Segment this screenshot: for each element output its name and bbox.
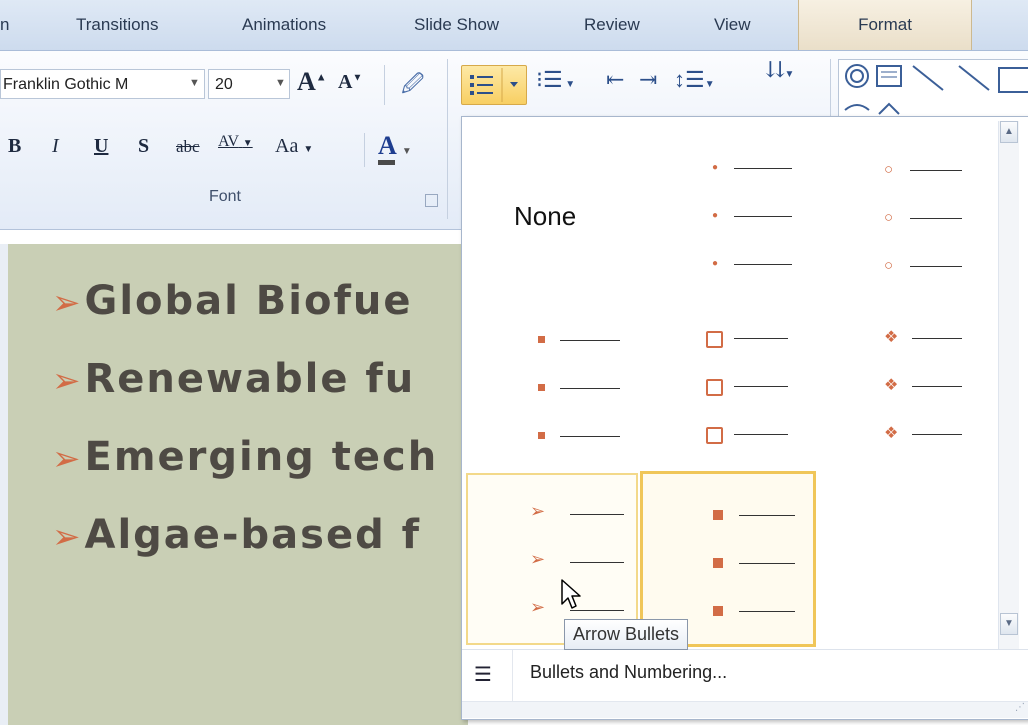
tab-animations[interactable]: Animations [242, 0, 326, 50]
bullet-option-hollow-square[interactable] [640, 297, 810, 467]
hollow-square-icon [706, 379, 723, 396]
bullets-gallery-dropdown: None ● ● ● ○ ○ ○ ❖ ❖ ❖ ➢ ➢ ➢ ▲ ▼ ☰ Bulle… [461, 116, 1028, 720]
underline-button[interactable]: U [94, 135, 108, 158]
clear-formatting-icon[interactable]: 🖉 [401, 67, 424, 105]
text-shadow-button[interactable]: S [138, 135, 149, 158]
line-spacing-button[interactable]: ↕☰▼ [674, 67, 715, 93]
hollow-square-icon [706, 427, 723, 444]
change-case-button[interactable]: Aa ▼ [275, 135, 313, 158]
hollow-circle-icon: ○ [884, 257, 894, 274]
change-case-label: Aa [275, 135, 299, 157]
four-diamond-star-icon: ❖ [884, 377, 899, 394]
slide-bullet-text: Global Biofue [84, 278, 413, 324]
bullet-list-icon [470, 68, 518, 102]
filled-square-icon [538, 384, 545, 391]
decrease-indent-icon[interactable]: ⇤ [606, 67, 624, 93]
resize-grip[interactable]: ⋰ [462, 701, 1028, 718]
slide-bullet-3[interactable]: ➢Emerging tech [52, 434, 438, 480]
arrow-bullet-icon: ➢ [52, 517, 83, 557]
font-name-value: Franklin Gothic M [3, 76, 129, 93]
tab-review[interactable]: Review [584, 0, 640, 50]
numbering-button[interactable]: ⁝☰ ▼ [536, 67, 575, 93]
bullet-option-hollow-circle[interactable]: ○ ○ ○ [812, 125, 992, 295]
none-label: None [514, 201, 577, 231]
small-dot-icon: ● [712, 210, 719, 221]
bullets-and-numbering-label: Bullets and Numbering... [530, 662, 728, 682]
filled-square-icon [713, 606, 723, 616]
scroll-up-icon[interactable]: ▲ [1000, 121, 1018, 143]
character-spacing-label: AV [218, 133, 239, 150]
italic-button[interactable]: I [52, 135, 59, 158]
bullet-option-small-dot[interactable]: ● ● ● [640, 125, 810, 295]
filled-square-icon [713, 510, 723, 520]
slide-pane-edge [0, 244, 8, 725]
arrow-bullet-icon: ➢ [530, 597, 546, 617]
bullet-list-icon: ☰ [474, 664, 492, 686]
chevron-down-icon: ▼ [303, 144, 314, 155]
font-color-label: A [378, 131, 396, 165]
slide-bullet-1[interactable]: ➢Global Biofue [52, 278, 412, 324]
bullets-and-numbering-menu-item[interactable]: ☰ Bullets and Numbering... [462, 649, 1028, 702]
arrow-bullet-icon: ➢ [52, 283, 83, 323]
slide-bullet-2[interactable]: ➢Renewable fu [52, 356, 415, 402]
font-color-button[interactable]: A ▼ [378, 131, 412, 165]
hollow-circle-icon: ○ [884, 209, 894, 226]
ribbon-separator [384, 65, 385, 105]
tab-format[interactable]: Format [798, 0, 972, 50]
mouse-pointer-icon [561, 579, 581, 609]
tab-transitions[interactable]: Transitions [76, 0, 159, 50]
small-dot-icon: ● [712, 162, 719, 173]
strikethrough-button[interactable]: abc [176, 137, 200, 157]
chevron-down-icon: ▼ [401, 146, 412, 157]
character-spacing-button[interactable]: AV ▼ [218, 133, 253, 151]
ribbon-tab-strip: n Transitions Animations Slide Show Revi… [0, 0, 1028, 51]
small-dot-icon: ● [712, 258, 719, 269]
arrow-bullet-icon: ➢ [530, 501, 546, 521]
grow-font-label: A [297, 67, 316, 96]
tooltip: Arrow Bullets [564, 619, 689, 650]
scroll-down-icon[interactable]: ▼ [1000, 613, 1018, 635]
resize-grip-icon[interactable]: ⋰ [1015, 702, 1025, 713]
font-size-value: 20 [215, 76, 233, 93]
slide-bullet-text: Algae-based f [84, 512, 422, 558]
arrow-bullet-icon: ➢ [52, 361, 83, 401]
font-size-dropdown-icon[interactable]: ▼ [275, 77, 286, 89]
arrow-bullet-icon: ➢ [530, 549, 546, 569]
slide-canvas[interactable]: ➢Global Biofue ➢Renewable fu ➢Emerging t… [8, 244, 468, 725]
hollow-square-icon [706, 331, 723, 348]
tab-design-partial[interactable]: n [0, 0, 9, 50]
font-group-label: Font [208, 188, 241, 205]
shapes-gallery[interactable] [838, 59, 1028, 121]
bullets-button[interactable] [461, 65, 527, 105]
bullet-option-star[interactable]: ❖ ❖ ❖ [812, 297, 992, 467]
bullet-option-filled-square[interactable] [468, 297, 638, 467]
font-name-combobox[interactable]: Franklin Gothic M [0, 69, 205, 99]
shapes-icons [844, 64, 1028, 115]
arrow-bullet-icon: ➢ [52, 439, 83, 479]
four-diamond-star-icon: ❖ [884, 329, 899, 346]
filled-square-icon [538, 432, 545, 439]
grow-font-button[interactable]: A▲ [297, 67, 327, 97]
bold-button[interactable]: B [8, 135, 21, 158]
increase-indent-icon[interactable]: ⇥ [639, 67, 657, 93]
filled-square-icon [713, 558, 723, 568]
font-name-dropdown-icon[interactable]: ▼ [189, 77, 200, 89]
text-direction-icon[interactable]: ⇊▼ [766, 57, 794, 83]
font-dialog-launcher-icon[interactable] [425, 194, 438, 207]
gallery-scrollbar[interactable]: ▲ ▼ [998, 121, 1019, 649]
four-diamond-star-icon: ❖ [884, 425, 899, 442]
slide-bullet-text: Renewable fu [84, 356, 416, 402]
slide-bullet-4[interactable]: ➢Algae-based f [52, 512, 421, 558]
slide-bullet-text: Emerging tech [84, 434, 439, 480]
shrink-font-button[interactable]: A▼ [338, 71, 362, 94]
footer-separator [512, 650, 513, 702]
chevron-down-icon: ▼ [242, 138, 253, 149]
hollow-circle-icon: ○ [884, 161, 894, 178]
tab-view[interactable]: View [714, 0, 751, 50]
filled-square-icon [538, 336, 545, 343]
shrink-font-label: A [338, 71, 353, 93]
tab-slide-show[interactable]: Slide Show [414, 0, 499, 50]
bullet-option-none[interactable]: None [468, 125, 638, 295]
ribbon-separator [364, 133, 365, 167]
